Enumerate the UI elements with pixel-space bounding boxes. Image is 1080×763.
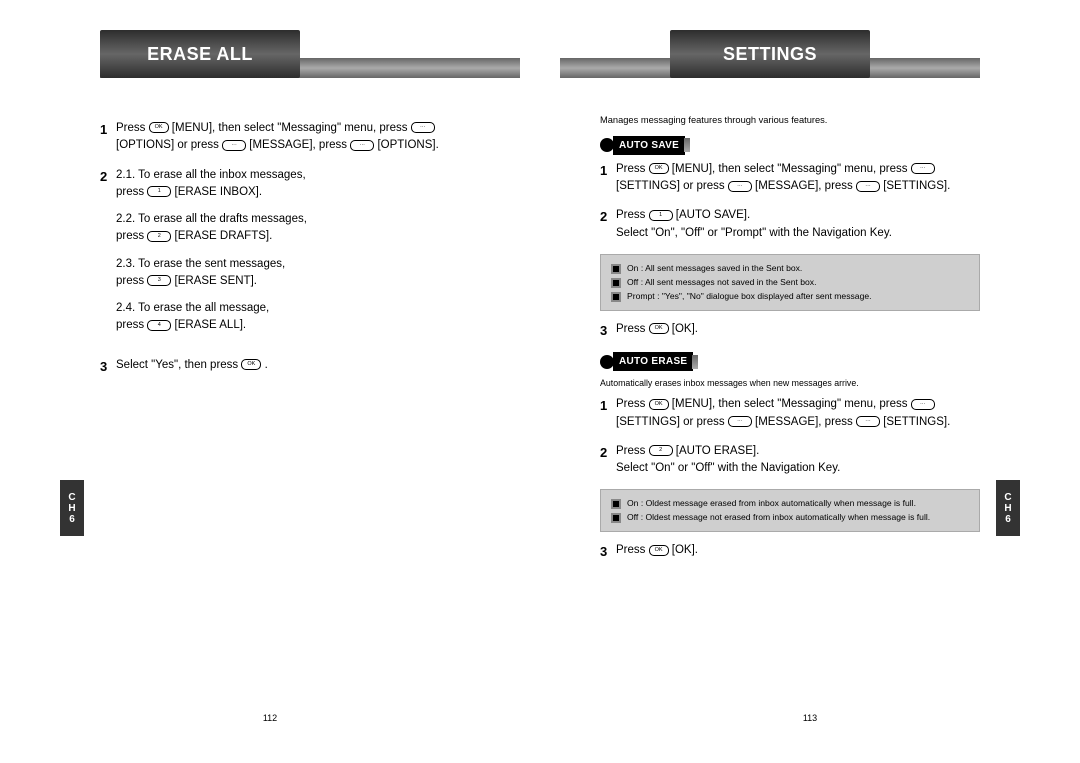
- softkey-icon: ···: [911, 399, 935, 410]
- bullet-icon: [600, 138, 614, 152]
- step-1: 1 Press OK [MENU], then select "Messagin…: [100, 120, 450, 155]
- step-number: 3: [100, 357, 116, 377]
- section-auto-erase: AUTO ERASE: [600, 352, 980, 371]
- section-label: AUTO SAVE: [613, 136, 685, 155]
- step-body: Select "Yes", then press OK .: [116, 357, 450, 374]
- autosave-step-3: 3 Press OK [OK].: [600, 321, 980, 341]
- chapter-tab-left: C H 6: [60, 480, 84, 536]
- substep: 2.4. To erase the all message,press 4 [E…: [116, 300, 450, 335]
- info-text: Off : All sent messages not saved in the…: [627, 276, 817, 289]
- page-left: ERASE ALL 1 Press OK [MENU], then select…: [0, 0, 540, 763]
- softkey-icon: ···: [728, 416, 752, 427]
- key-1-icon: 1: [147, 186, 171, 197]
- step-number: 1: [100, 120, 116, 140]
- softkey-icon: ···: [911, 163, 935, 174]
- header-bar-right: SETTINGS: [560, 30, 980, 80]
- step-number: 3: [600, 542, 616, 562]
- header-bar-left: ERASE ALL: [100, 30, 520, 80]
- info-text: On : Oldest message erased from inbox au…: [627, 497, 916, 510]
- chtab-line: 6: [1005, 514, 1011, 525]
- key-2-icon: 2: [649, 445, 673, 456]
- ok-key-icon: OK: [241, 359, 261, 370]
- bullet-square-icon: [611, 499, 621, 509]
- key-4-icon: 4: [147, 320, 171, 331]
- key-3-icon: 3: [147, 275, 171, 286]
- step-number: 2: [600, 443, 616, 463]
- bullet-square-icon: [611, 264, 621, 274]
- step-body: 2.1. To erase all the inbox messages,pre…: [116, 167, 450, 345]
- autosave-step-2: 2 Press 1 [AUTO SAVE].Select "On", "Off"…: [600, 207, 980, 242]
- info-box-autosave: On : All sent messages saved in the Sent…: [600, 254, 980, 311]
- bullet-square-icon: [611, 292, 621, 302]
- step-body: Press OK [OK].: [616, 321, 980, 338]
- substep: 2.2. To erase all the drafts messages,pr…: [116, 211, 450, 246]
- ok-key-icon: OK: [149, 122, 169, 133]
- page-number-right: 113: [803, 713, 817, 723]
- chtab-line: 6: [69, 514, 75, 525]
- step-body: Press OK [OK].: [616, 542, 980, 559]
- info-row: Prompt : "Yes", "No" dialogue box displa…: [611, 290, 969, 303]
- key-2-icon: 2: [147, 231, 171, 242]
- step-3: 3 Select "Yes", then press OK .: [100, 357, 450, 377]
- ok-key-icon: OK: [649, 399, 669, 410]
- softkey-icon: ···: [411, 122, 435, 133]
- info-box-autoerase: On : Oldest message erased from inbox au…: [600, 489, 980, 532]
- content-right: Manages messaging features through vario…: [600, 114, 980, 562]
- bullet-icon: [600, 355, 614, 369]
- softkey-icon: ···: [856, 416, 880, 427]
- info-text: Prompt : "Yes", "No" dialogue box displa…: [627, 290, 872, 303]
- page-title-right: SETTINGS: [670, 30, 870, 78]
- page-number-left: 112: [263, 713, 277, 723]
- content-left: 1 Press OK [MENU], then select "Messagin…: [100, 120, 450, 376]
- substep: 2.1. To erase all the inbox messages,pre…: [116, 167, 450, 202]
- softkey-icon: ···: [728, 181, 752, 192]
- softkey-icon: ···: [350, 140, 374, 151]
- info-row: On : All sent messages saved in the Sent…: [611, 262, 969, 275]
- info-row: On : Oldest message erased from inbox au…: [611, 497, 969, 510]
- step-body: Press OK [MENU], then select "Messaging"…: [116, 120, 450, 155]
- info-row: Off : Oldest message not erased from inb…: [611, 511, 969, 524]
- info-row: Off : All sent messages not saved in the…: [611, 276, 969, 289]
- step-body: Press OK [MENU], then select "Messaging"…: [616, 396, 980, 431]
- bullet-square-icon: [611, 513, 621, 523]
- step-body: Press 1 [AUTO SAVE].Select "On", "Off" o…: [616, 207, 980, 242]
- step-2: 2 2.1. To erase all the inbox messages,p…: [100, 167, 450, 345]
- substep: 2.3. To erase the sent messages,press 3 …: [116, 256, 450, 291]
- section-tab-end: [684, 138, 690, 152]
- ok-key-icon: OK: [649, 163, 669, 174]
- step-body: Press 2 [AUTO ERASE].Select "On" or "Off…: [616, 443, 980, 478]
- chtab-line: C: [68, 492, 75, 503]
- softkey-icon: ···: [856, 181, 880, 192]
- step-body: Press OK [MENU], then select "Messaging"…: [616, 161, 980, 196]
- autoerase-step-3: 3 Press OK [OK].: [600, 542, 980, 562]
- page-title-left: ERASE ALL: [100, 30, 300, 78]
- bullet-square-icon: [611, 278, 621, 288]
- manual-spread: ERASE ALL 1 Press OK [MENU], then select…: [0, 0, 1080, 763]
- chtab-line: H: [1004, 503, 1011, 514]
- step-number: 1: [600, 161, 616, 181]
- ok-key-icon: OK: [649, 323, 669, 334]
- chtab-line: H: [68, 503, 75, 514]
- softkey-icon: ···: [222, 140, 246, 151]
- section-caption: Automatically erases inbox messages when…: [600, 377, 980, 390]
- ok-key-icon: OK: [649, 545, 669, 556]
- page-right: SETTINGS Manages messaging features thro…: [540, 0, 1080, 763]
- chtab-line: C: [1004, 492, 1011, 503]
- info-text: On : All sent messages saved in the Sent…: [627, 262, 802, 275]
- autoerase-step-1: 1 Press OK [MENU], then select "Messagin…: [600, 396, 980, 431]
- section-label: AUTO ERASE: [613, 352, 693, 371]
- section-tab-end: [692, 355, 698, 369]
- key-1-icon: 1: [649, 210, 673, 221]
- step-number: 2: [600, 207, 616, 227]
- step-number: 2: [100, 167, 116, 187]
- lead-text: Manages messaging features through vario…: [600, 114, 980, 128]
- step-number: 3: [600, 321, 616, 341]
- step-number: 1: [600, 396, 616, 416]
- autosave-step-1: 1 Press OK [MENU], then select "Messagin…: [600, 161, 980, 196]
- autoerase-step-2: 2 Press 2 [AUTO ERASE].Select "On" or "O…: [600, 443, 980, 478]
- section-auto-save: AUTO SAVE: [600, 136, 980, 155]
- chapter-tab-right: C H 6: [996, 480, 1020, 536]
- info-text: Off : Oldest message not erased from inb…: [627, 511, 930, 524]
